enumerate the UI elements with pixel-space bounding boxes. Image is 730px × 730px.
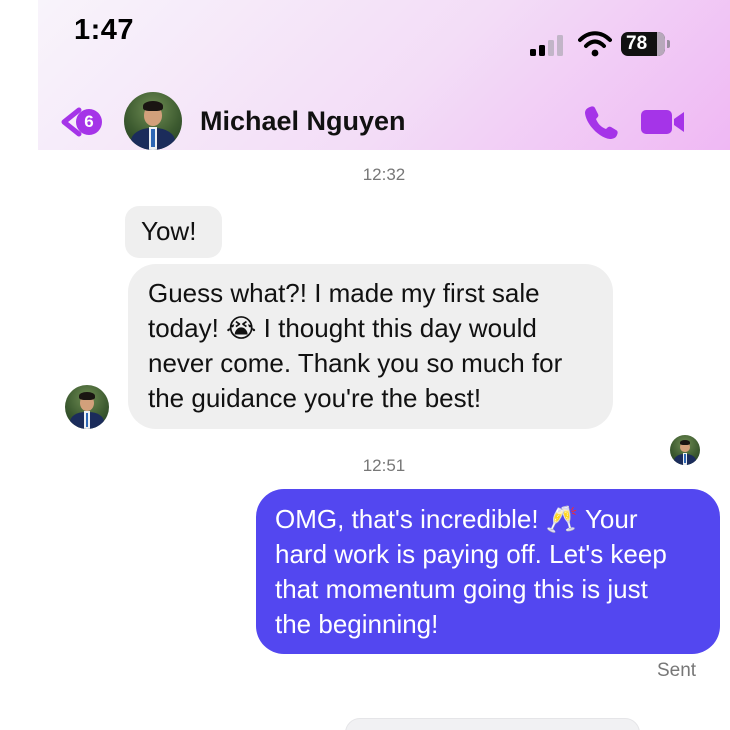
message-line: the beginning! xyxy=(275,609,439,639)
message-text: today! 😭 I thought this day would xyxy=(148,313,537,343)
message-incoming[interactable]: Guess what?! I made my first sale today!… xyxy=(128,264,613,429)
contact-name[interactable]: Michael Nguyen xyxy=(200,106,406,137)
read-receipt-avatar xyxy=(670,435,700,465)
message-line: OMG, that's incredible! 🥂 Your xyxy=(275,504,638,534)
wifi-icon xyxy=(578,31,612,57)
message-incoming[interactable]: Yow! xyxy=(125,206,222,258)
message-line: the guidance you're the best! xyxy=(148,383,482,413)
timestamp: 12:32 xyxy=(362,165,406,184)
status-time: 1:47 xyxy=(74,14,135,46)
timestamp: 12:51 xyxy=(362,456,406,475)
battery-icon: 78 xyxy=(621,32,670,56)
message-line: Yow! xyxy=(141,216,197,246)
message-line: today! 😭 I thought this day would xyxy=(148,311,613,346)
sender-avatar[interactable] xyxy=(65,385,109,429)
signal-icon xyxy=(530,34,566,56)
message-line: that momentum going this is just xyxy=(275,574,648,604)
unread-count-badge: 6 xyxy=(76,109,102,135)
message-outgoing[interactable]: OMG, that's incredible! 🥂 Your hard work… xyxy=(256,489,720,654)
contact-avatar[interactable] xyxy=(124,92,182,150)
phone-icon[interactable] xyxy=(583,104,619,140)
video-icon[interactable] xyxy=(640,108,686,136)
message-line: hard work is paying off. Let's keep xyxy=(275,539,667,569)
message-line: Guess what?! I made my first sale xyxy=(148,278,540,308)
sent-status: Sent xyxy=(657,660,697,681)
back-button[interactable]: 6 xyxy=(56,104,110,140)
message-composer[interactable] xyxy=(345,718,640,730)
message-line: never come. Thank you so much for xyxy=(148,348,563,378)
battery-level: 78 xyxy=(626,33,648,54)
